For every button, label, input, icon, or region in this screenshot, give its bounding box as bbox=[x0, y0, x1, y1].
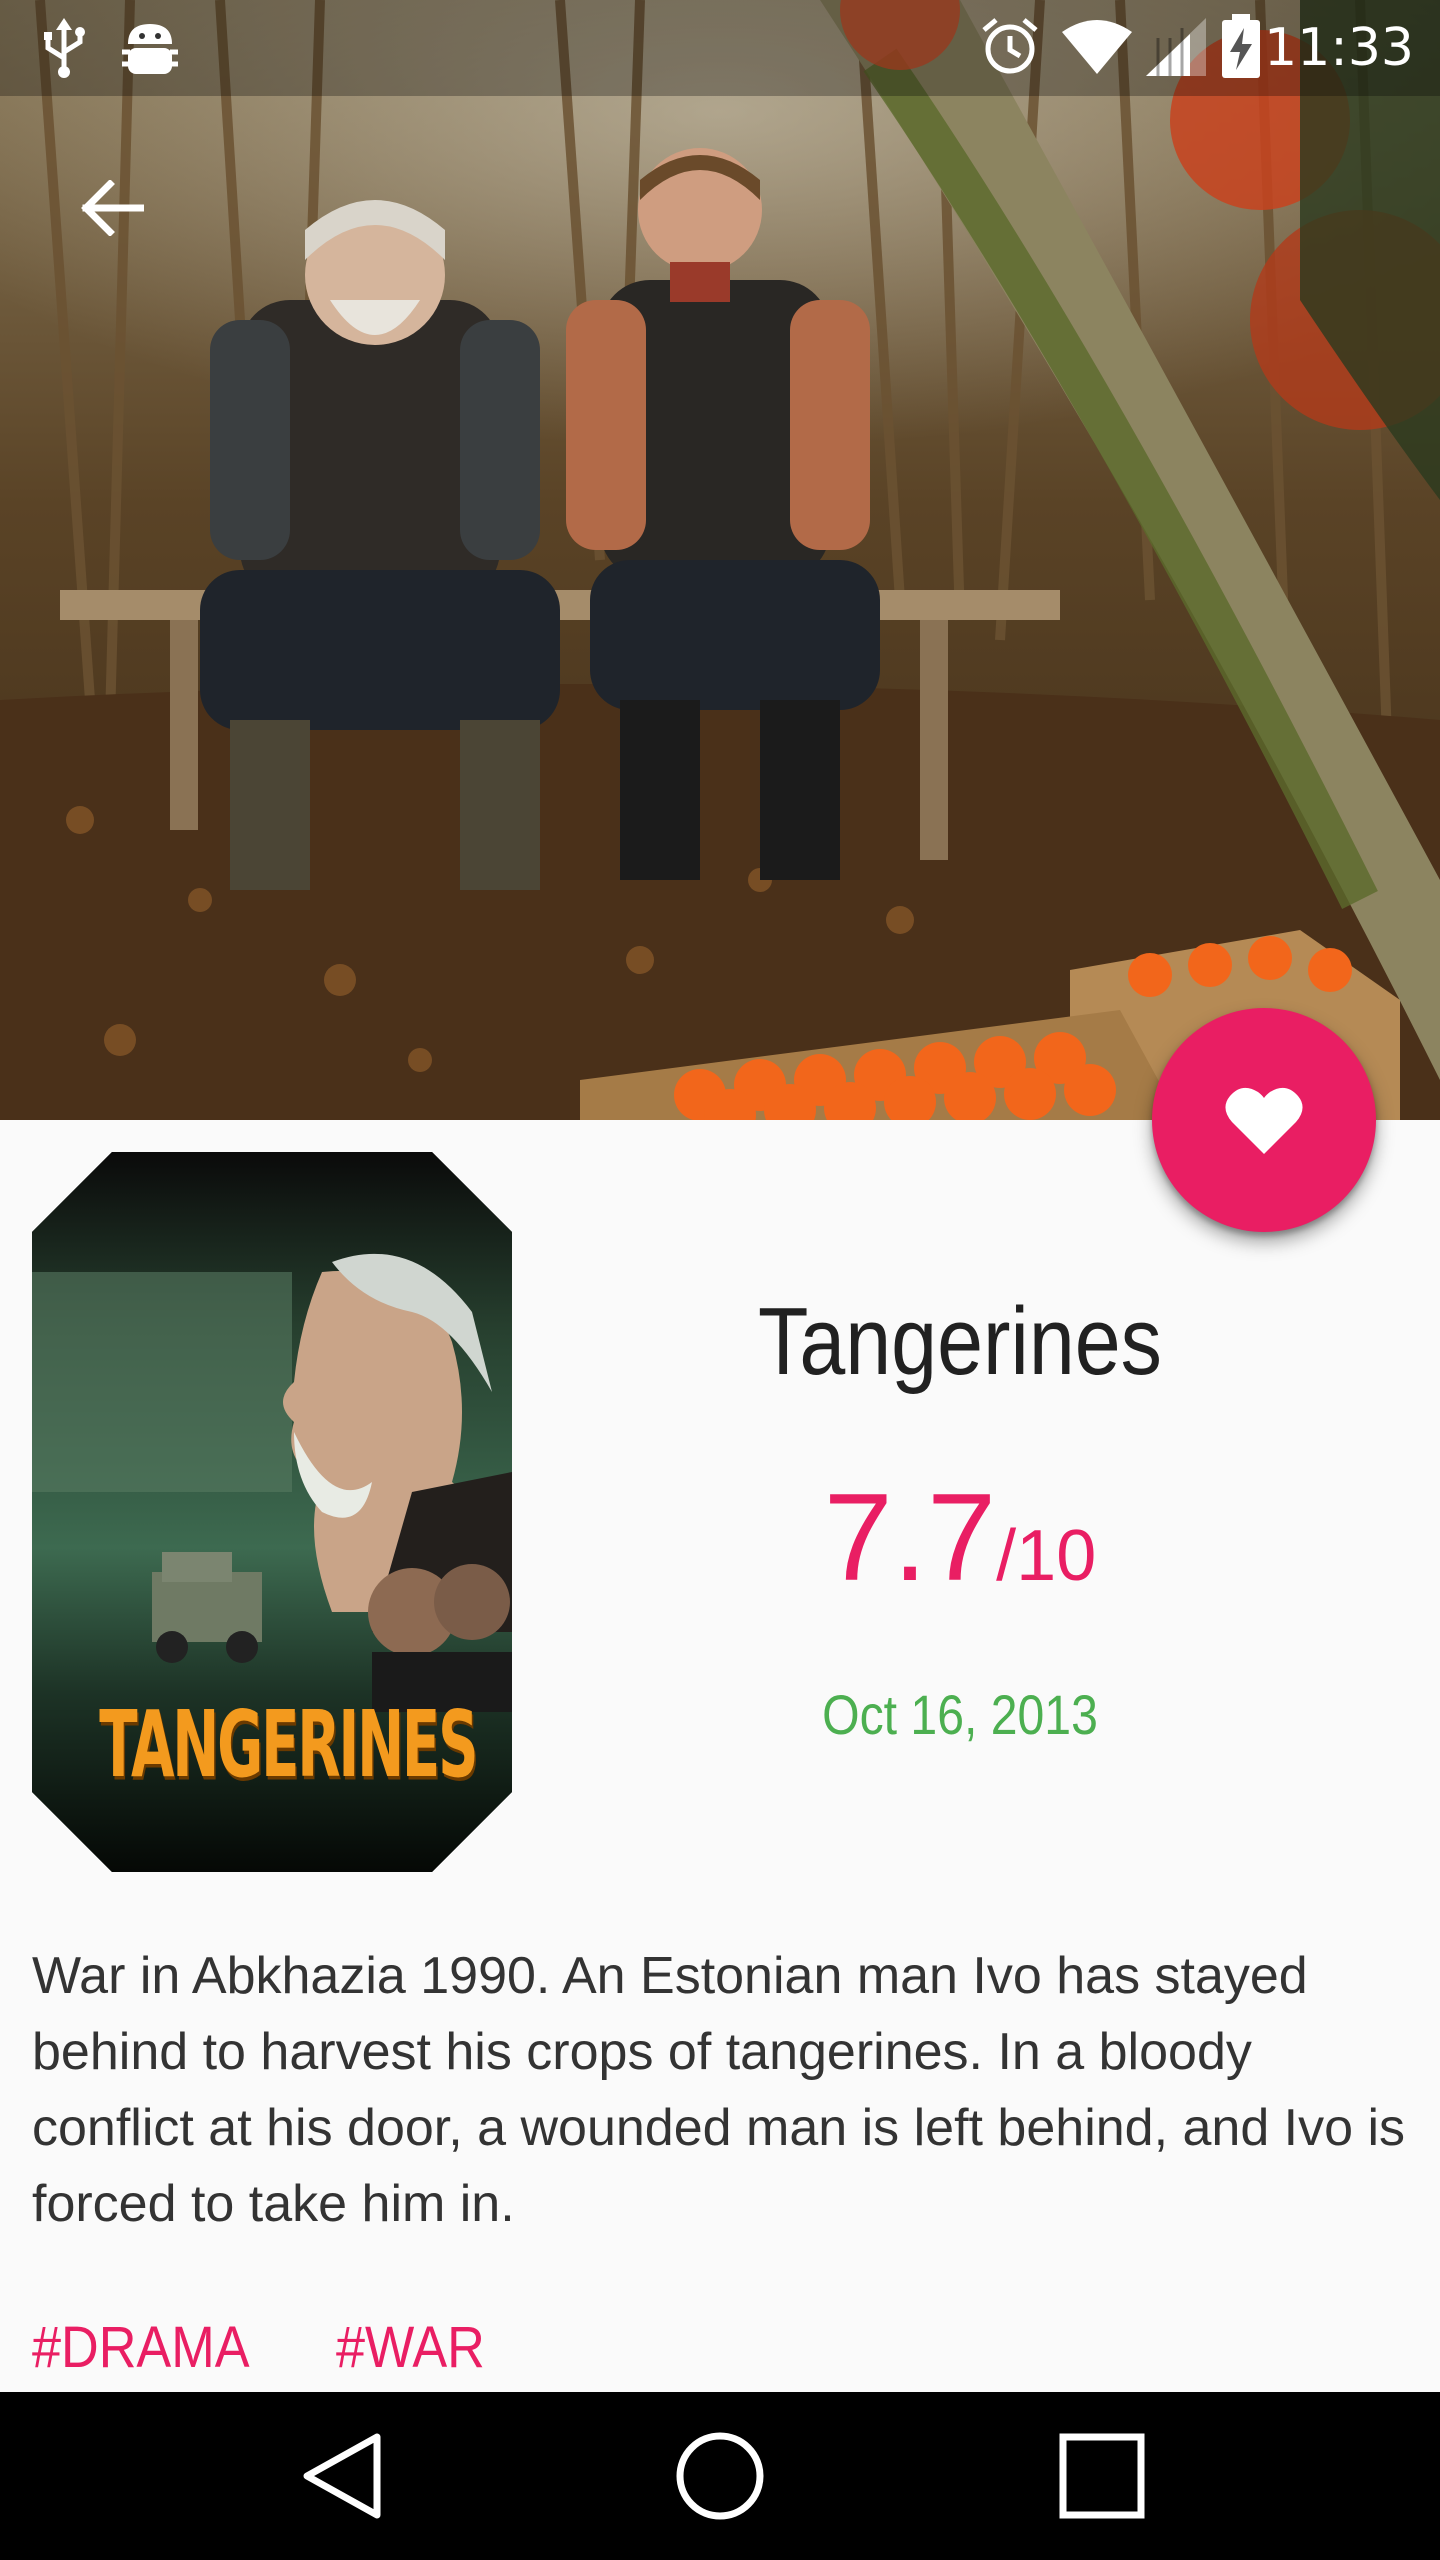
android-debug-icon bbox=[122, 24, 178, 74]
back-triangle-icon bbox=[303, 2433, 381, 2519]
genre-list: #DRAMA #WAR bbox=[32, 2310, 501, 2390]
wifi-icon bbox=[1062, 20, 1132, 74]
signal-icon bbox=[1146, 18, 1206, 76]
release-date: Oct 16, 2013 bbox=[822, 1683, 1098, 1746]
genre-tag-war[interactable]: #WAR bbox=[336, 2310, 485, 2390]
movie-poster: TANGERINES bbox=[32, 1152, 512, 1872]
movie-detail-screen: 11:33 TANGERINES Tangerines 7.7/10 Oct 1… bbox=[0, 0, 1440, 2560]
poster-title-text: TANGERINES bbox=[99, 1692, 478, 1799]
rating: 7.7/10 bbox=[560, 1468, 1360, 1645]
battery-charging-icon bbox=[1222, 14, 1260, 78]
nav-home-button[interactable] bbox=[600, 2392, 840, 2560]
arrow-back-icon bbox=[81, 180, 144, 236]
heart-icon bbox=[1225, 1087, 1303, 1154]
back-button[interactable] bbox=[64, 160, 160, 256]
favorite-button[interactable] bbox=[1152, 1008, 1376, 1232]
status-time: 11:33 bbox=[1264, 18, 1414, 78]
movie-overview: War in Abkhazia 1990. An Estonian man Iv… bbox=[32, 1947, 1406, 2233]
alarm-icon bbox=[982, 18, 1038, 74]
rating-value: 7.7 bbox=[823, 1469, 997, 1607]
nav-recents-button[interactable] bbox=[982, 2392, 1222, 2560]
rating-max: /10 bbox=[996, 1516, 1097, 1596]
usb-icon bbox=[44, 18, 85, 78]
navigation-bar bbox=[0, 2392, 1440, 2560]
recents-square-icon bbox=[1059, 2433, 1145, 2519]
home-circle-icon bbox=[676, 2432, 764, 2520]
genre-tag-drama[interactable]: #DRAMA bbox=[32, 2310, 250, 2390]
nav-back-button[interactable] bbox=[221, 2392, 461, 2560]
movie-title: Tangerines bbox=[758, 1288, 1162, 1395]
backdrop-image bbox=[0, 0, 1440, 1120]
status-bar: 11:33 bbox=[0, 0, 1440, 96]
